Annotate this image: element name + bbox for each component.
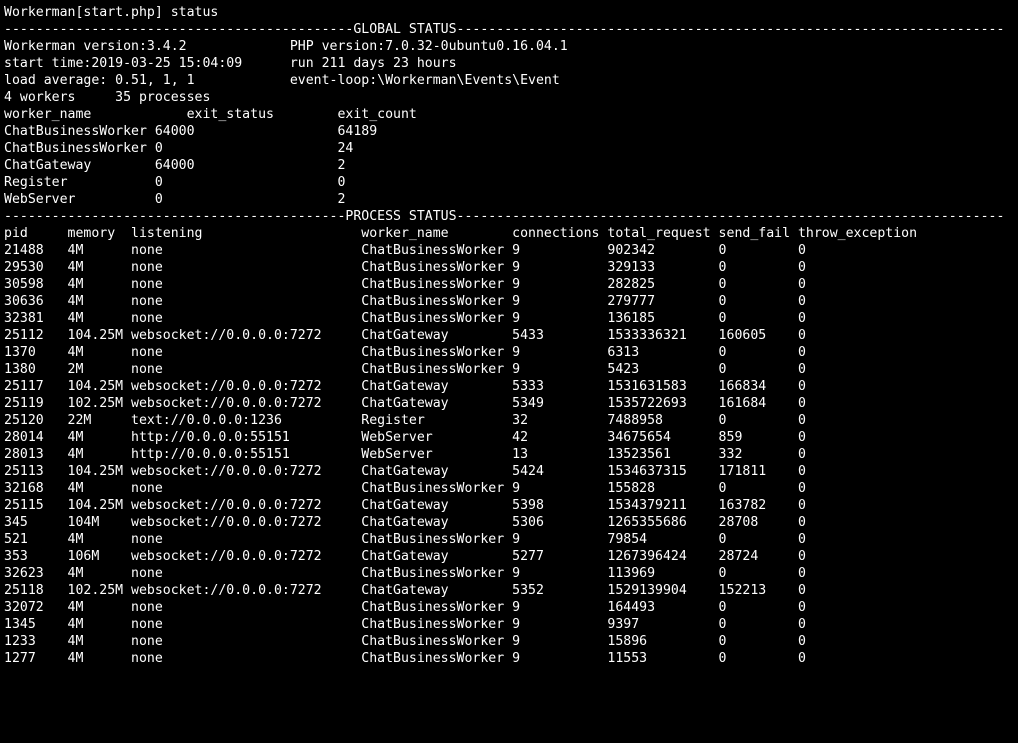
terminal-output: Workerman[start.php] status ------------… [0,0,1018,681]
